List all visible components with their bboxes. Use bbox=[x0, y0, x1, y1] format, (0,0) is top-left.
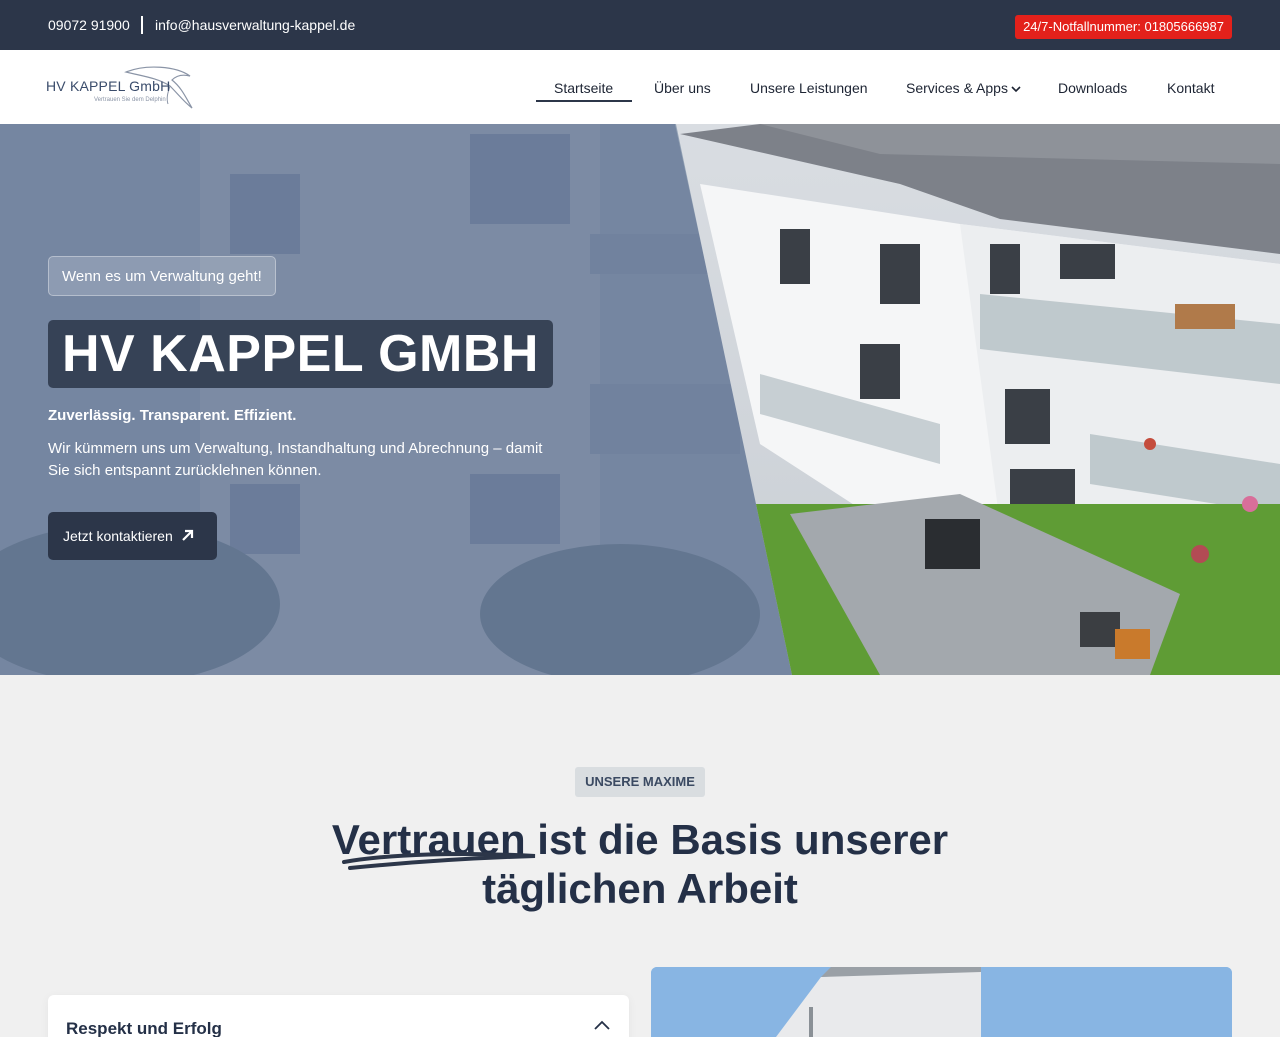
chevron-down-icon bbox=[1011, 86, 1021, 93]
active-nav-indicator bbox=[536, 100, 632, 102]
accordion-title: Respekt und Erfolg bbox=[66, 1019, 222, 1037]
nav-ueber-uns[interactable]: Über uns bbox=[654, 80, 711, 96]
logo-subtitle: Vertrauen Sie dem Delphin bbox=[94, 97, 166, 103]
company-logo[interactable]: HV KAPPEL GmbH Vertrauen Sie dem Delphin bbox=[46, 64, 196, 112]
hero-section: Wenn es um Verwaltung geht! HV KAPPEL GM… bbox=[0, 124, 1280, 675]
nav-startseite[interactable]: Startseite bbox=[554, 80, 613, 96]
nav-kontakt[interactable]: Kontakt bbox=[1167, 80, 1214, 96]
accordion-item[interactable]: Respekt und Erfolg bbox=[48, 995, 629, 1037]
hero-content: Wenn es um Verwaltung geht! HV KAPPEL GM… bbox=[0, 124, 1280, 675]
divider bbox=[141, 16, 143, 34]
main-header: HV KAPPEL GmbH Vertrauen Sie dem Delphin… bbox=[0, 50, 1280, 124]
logo-text: HV KAPPEL GmbH bbox=[46, 78, 171, 94]
brush-underline-decoration bbox=[342, 852, 536, 870]
nav-downloads[interactable]: Downloads bbox=[1058, 80, 1127, 96]
emergency-number-button[interactable]: 24/7-Notfallnummer: 01805666987 bbox=[1015, 15, 1232, 39]
hero-badge: Wenn es um Verwaltung geht! bbox=[48, 256, 276, 296]
top-bar: 09072 91900 info@hausverwaltung-kappel.d… bbox=[0, 0, 1280, 50]
nav-services-apps[interactable]: Services & Apps bbox=[906, 80, 1021, 96]
contact-cta-label: Jetzt kontaktieren bbox=[63, 528, 173, 544]
title-rest: ist die Basis unserer täglichen Arbeit bbox=[482, 816, 949, 912]
nav-unsere-leistungen[interactable]: Unsere Leistungen bbox=[750, 80, 868, 96]
hero-description: Wir kümmern uns um Verwaltung, Instandha… bbox=[48, 440, 543, 479]
phone-link[interactable]: 09072 91900 bbox=[48, 17, 130, 33]
chevron-up-icon[interactable] bbox=[593, 1019, 611, 1031]
section-badge: UNSERE MAXIME bbox=[575, 767, 705, 797]
hero-tagline: Zuverlässig. Transparent. Effizient. bbox=[48, 407, 297, 424]
hero-title: HV KAPPEL GMBH bbox=[48, 320, 553, 388]
contact-cta-button[interactable]: Jetzt kontaktieren bbox=[48, 512, 217, 560]
building-photo-image bbox=[651, 967, 1232, 1037]
arrow-up-right-icon bbox=[182, 529, 194, 541]
nav-services-apps-label: Services & Apps bbox=[906, 80, 1008, 96]
email-link[interactable]: info@hausverwaltung-kappel.de bbox=[155, 17, 355, 33]
building-photo bbox=[651, 967, 1232, 1037]
